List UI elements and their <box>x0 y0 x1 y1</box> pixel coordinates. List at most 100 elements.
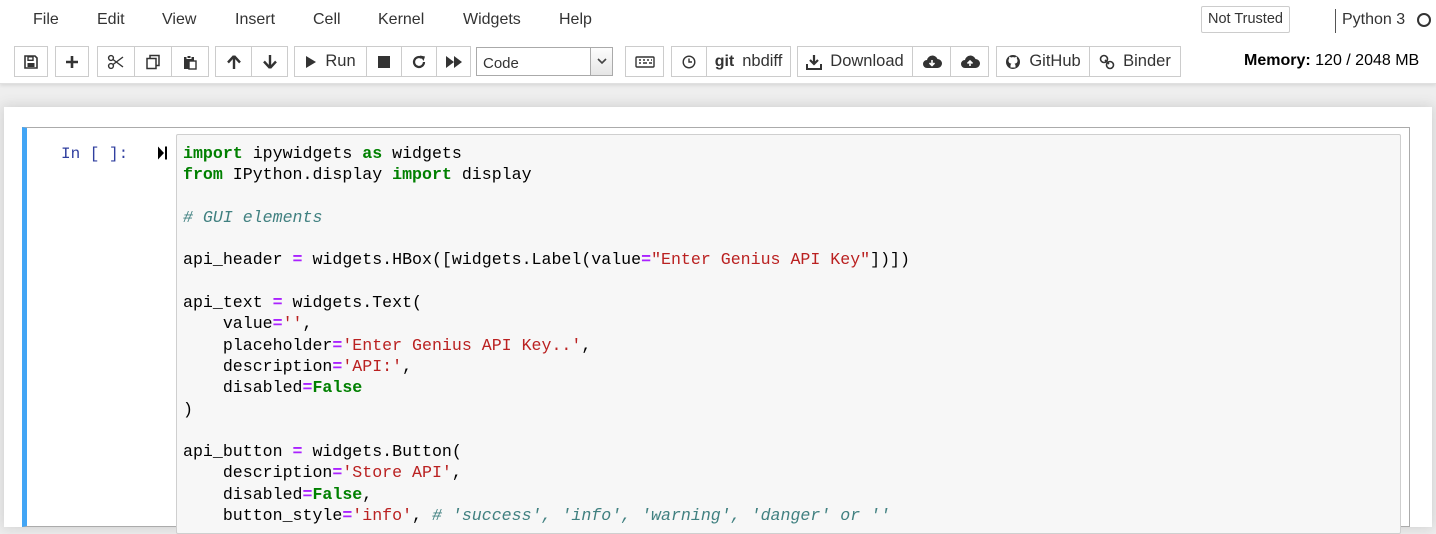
fast-forward-icon <box>445 55 463 69</box>
code-token: disabled <box>183 484 303 504</box>
code-line: value='', <box>183 313 910 334</box>
binder-label: Binder <box>1123 52 1171 70</box>
code-token: import <box>183 144 243 163</box>
execute-time-button[interactable] <box>671 46 707 77</box>
cut-icon <box>107 54 125 70</box>
code-token: 'Enter Genius API Key..' <box>342 335 582 355</box>
play-icon <box>305 55 317 69</box>
stop-icon <box>377 55 391 69</box>
plus-icon <box>64 54 80 70</box>
notebook-header: File Edit View Insert Cell Kernel Widget… <box>0 0 1436 84</box>
code-token: as <box>362 144 383 163</box>
git-nbdiff-button[interactable]: git nbdiff <box>706 46 791 77</box>
menu-cell[interactable]: Cell <box>313 11 341 29</box>
code-token: = <box>292 442 303 462</box>
menu-view[interactable]: View <box>162 11 196 29</box>
code-line: ) <box>183 399 910 420</box>
code-token: "Enter Genius API Key" <box>651 250 871 270</box>
nbdiff-label: nbdiff <box>742 52 783 70</box>
run-label: Run <box>325 52 356 70</box>
kernel-idle-icon <box>1417 13 1431 27</box>
interrupt-button[interactable] <box>366 46 402 77</box>
github-label: GitHub <box>1029 52 1081 70</box>
code-token: placeholder <box>183 335 333 355</box>
code-token: = <box>332 463 343 483</box>
github-button[interactable]: GitHub <box>996 46 1090 77</box>
code-line: # GUI elements <box>183 207 910 228</box>
link-icon <box>1099 54 1115 70</box>
code-token: '' <box>282 314 303 334</box>
menu-widgets[interactable]: Widgets <box>463 11 521 29</box>
menu-help[interactable]: Help <box>559 11 592 29</box>
run-button[interactable]: Run <box>294 46 367 77</box>
code-token: ])]) <box>870 250 910 270</box>
code-line: from IPython.display import display <box>183 164 910 185</box>
move-down-button[interactable] <box>251 46 288 77</box>
kernel-separator <box>1335 9 1336 33</box>
code-line: disabled=False, <box>183 484 910 505</box>
code-token: 'info' <box>352 506 413 526</box>
cloud-upload-button[interactable] <box>950 46 989 77</box>
memory-value: 120 / 2048 MB <box>1315 52 1420 69</box>
menu-insert[interactable]: Insert <box>235 11 275 29</box>
cloud-upload-icon <box>960 54 980 69</box>
save-icon <box>23 54 39 70</box>
code-token: IPython.display <box>222 165 393 185</box>
chevron-down-icon <box>590 48 612 75</box>
download-button[interactable]: Download <box>797 46 913 77</box>
copy-button[interactable] <box>134 46 172 77</box>
memory-usage: Memory: 120 / 2048 MB <box>1244 52 1419 70</box>
menu-file[interactable]: File <box>33 11 59 29</box>
code-token: = <box>342 506 353 526</box>
binder-button[interactable]: Binder <box>1089 46 1181 77</box>
git-icon: git <box>714 52 735 70</box>
code-token: = <box>272 293 283 313</box>
code-line: disabled=False <box>183 377 910 398</box>
code-token: import <box>392 165 452 185</box>
code-token: 'API:' <box>342 356 403 376</box>
code-token: = <box>641 250 652 270</box>
restart-run-all-button[interactable] <box>436 46 471 77</box>
cell-type-select[interactable]: Code <box>476 47 613 76</box>
code-line: api_text = widgets.Text( <box>183 292 910 313</box>
code-token: disabled <box>183 378 303 398</box>
code-token: api_header <box>183 250 293 270</box>
move-up-button[interactable] <box>215 46 252 77</box>
copy-icon <box>145 54 161 70</box>
github-icon <box>1005 54 1021 70</box>
cell-type-value: Code <box>483 55 519 72</box>
code-token: , <box>581 335 592 355</box>
code-token: = <box>292 250 303 270</box>
code-line: api_button = widgets.Button( <box>183 441 910 462</box>
menu-edit[interactable]: Edit <box>97 11 125 29</box>
paste-button[interactable] <box>171 46 209 77</box>
cloud-download-button[interactable] <box>912 46 951 77</box>
code-token: 'Store API' <box>342 463 452 483</box>
download-icon <box>806 54 823 70</box>
restart-button[interactable] <box>401 46 437 77</box>
keyboard-icon <box>634 55 655 68</box>
save-button[interactable] <box>14 46 48 77</box>
code-token: value <box>183 314 273 334</box>
kernel-name[interactable]: Python 3 <box>1342 11 1405 29</box>
code-line: import ipywidgets as widgets <box>183 143 910 164</box>
code-token: , <box>362 484 373 504</box>
not-trusted-button[interactable]: Not Trusted <box>1201 6 1290 33</box>
code-line: description='Store API', <box>183 462 910 483</box>
command-palette-button[interactable] <box>625 46 664 77</box>
insert-cell-button[interactable] <box>55 46 89 77</box>
cut-button[interactable] <box>97 46 135 77</box>
menu-kernel[interactable]: Kernel <box>378 11 424 29</box>
paste-icon <box>182 54 198 70</box>
code-token: = <box>272 314 283 334</box>
run-cell-icon[interactable] <box>156 145 168 166</box>
code-token: api_button <box>183 442 293 462</box>
download-label: Download <box>830 52 904 70</box>
code-editor[interactable]: import ipywidgets as widgets from IPython… <box>183 143 910 526</box>
code-line: button_style='info', # 'success', 'info'… <box>183 505 910 526</box>
code-token: api_text <box>183 293 273 313</box>
